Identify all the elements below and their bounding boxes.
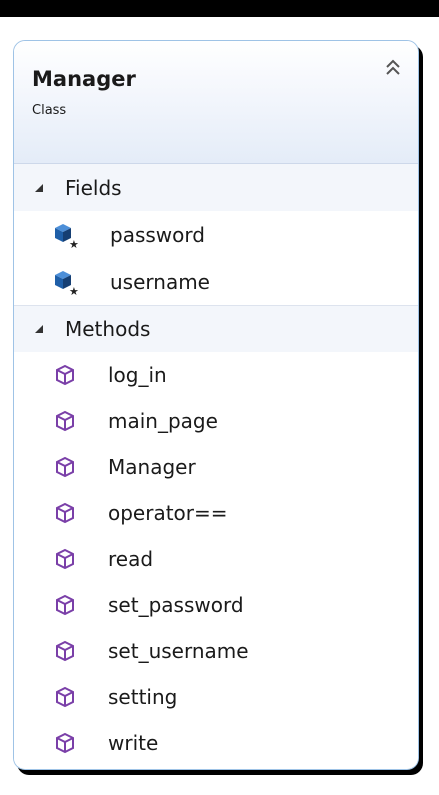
- section-header-methods[interactable]: Methods: [14, 305, 418, 352]
- field-name: username: [110, 269, 210, 294]
- method-item[interactable]: main_page: [14, 398, 418, 444]
- method-name: read: [108, 547, 154, 571]
- class-stereotype: Class: [32, 103, 67, 118]
- method-name: set_username: [108, 639, 249, 663]
- method-name: Manager: [108, 455, 196, 479]
- field-item[interactable]: ★ username: [14, 258, 418, 305]
- method-item[interactable]: setting: [14, 674, 418, 720]
- svg-text:★: ★: [69, 285, 79, 297]
- method-cube-icon: [56, 640, 74, 662]
- method-cube-icon: [56, 364, 74, 386]
- field-item[interactable]: ★ password: [14, 211, 418, 258]
- method-name: operator==: [108, 501, 228, 525]
- method-name: write: [108, 731, 159, 755]
- collapse-button[interactable]: [380, 55, 406, 81]
- section-header-fields[interactable]: Fields: [14, 164, 418, 211]
- method-cube-icon: [56, 410, 74, 432]
- method-item[interactable]: read: [14, 536, 418, 582]
- fields-list: ★ password ★ username: [14, 211, 418, 305]
- method-cube-icon: [56, 594, 74, 616]
- method-item[interactable]: operator==: [14, 490, 418, 536]
- method-item[interactable]: set_username: [14, 628, 418, 674]
- method-cube-icon: [56, 456, 74, 478]
- method-name: setting: [108, 685, 178, 709]
- top-black-bar: [0, 0, 439, 17]
- method-item[interactable]: set_password: [14, 582, 418, 628]
- method-cube-icon: [56, 548, 74, 570]
- method-item[interactable]: Manager: [14, 444, 418, 490]
- class-header[interactable]: Manager Class: [14, 41, 418, 164]
- method-item[interactable]: log_in: [14, 352, 418, 398]
- field-cube-icon: ★: [55, 223, 79, 250]
- class-name: Manager: [32, 67, 136, 91]
- section-label-methods: Methods: [65, 317, 151, 341]
- triangle-down-icon: [35, 183, 43, 192]
- triangle-down-icon: [35, 325, 43, 333]
- method-cube-icon: [56, 502, 74, 524]
- method-cube-icon: [56, 686, 74, 708]
- field-name: password: [110, 222, 205, 247]
- method-name: log_in: [108, 363, 167, 387]
- field-cube-icon: ★: [55, 270, 79, 297]
- method-item[interactable]: write: [14, 720, 418, 766]
- double-chevron-up-icon: [386, 59, 400, 75]
- method-cube-icon: [56, 732, 74, 754]
- method-name: set_password: [108, 593, 244, 617]
- class-shape[interactable]: Manager Class Fields ★ password ★ userna…: [13, 40, 419, 770]
- svg-text:★: ★: [69, 238, 79, 250]
- methods-list: log_in main_page Manager operator== read…: [14, 352, 418, 766]
- method-name: main_page: [108, 409, 218, 433]
- section-label-fields: Fields: [65, 175, 122, 200]
